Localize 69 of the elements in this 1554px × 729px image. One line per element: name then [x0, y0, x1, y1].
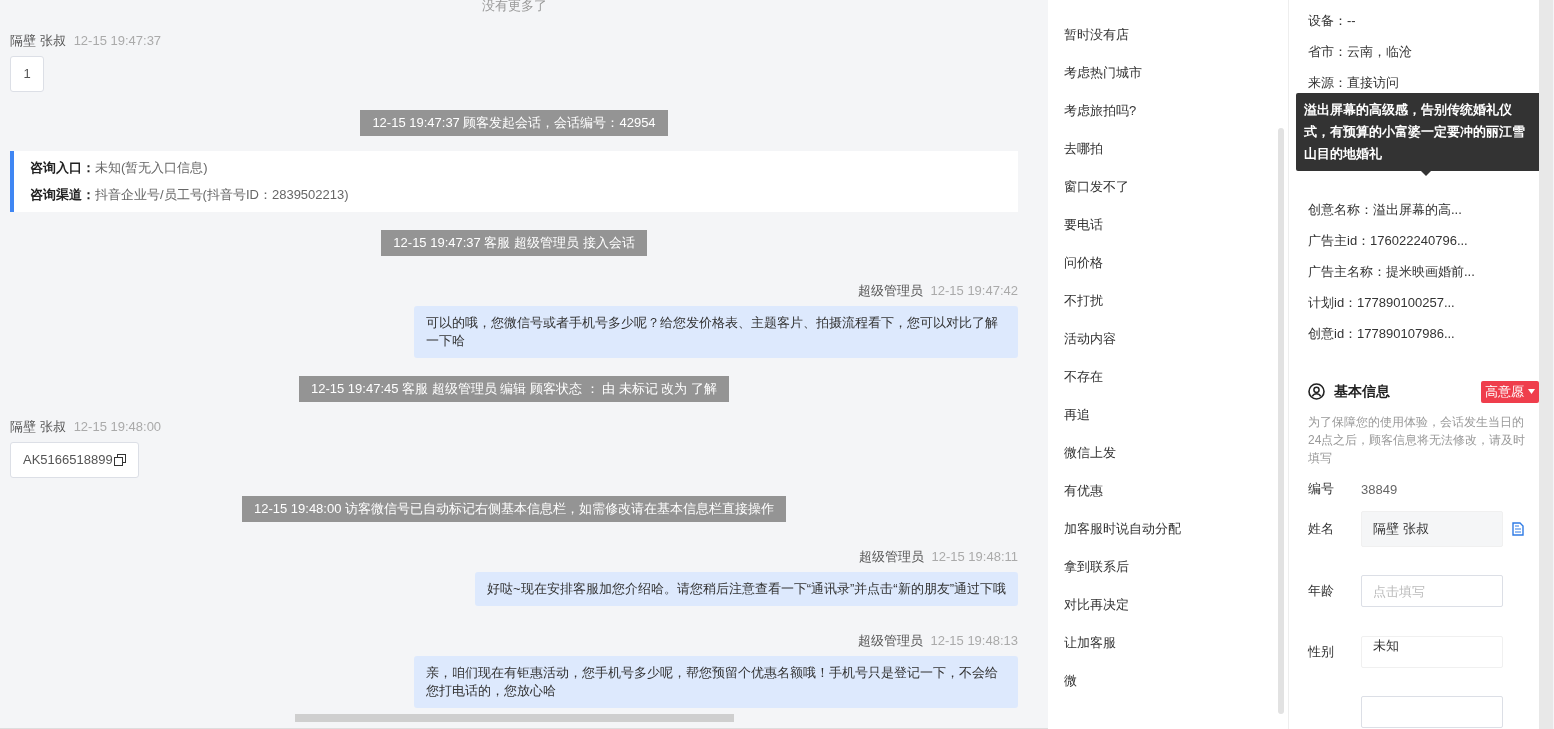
message-bubble: 可以的哦，您微信号或者手机号多少呢？给您发价格表、主题客片、拍摄流程看下，您可以对比了解一下哈 [414, 306, 1018, 358]
vertical-scrollbar[interactable] [1539, 0, 1553, 729]
quick-reply-item[interactable]: 对比再决定 [1064, 595, 1129, 633]
quick-reply-item[interactable]: 考虑旅拍吗? [1064, 101, 1137, 139]
info-label: 咨询渠道： [30, 187, 95, 202]
quick-reply-item[interactable]: 微 [1064, 671, 1077, 709]
message-time: 12-15 19:47:37 [73, 32, 162, 50]
message-time: 12-15 19:47:42 [930, 282, 1018, 300]
sender-name: 隔壁 张叔 [10, 32, 66, 50]
sender-name: 超级管理员 [858, 548, 924, 566]
message-time: 12-15 19:48:11 [931, 548, 1018, 566]
message-text: AK5166518899 [23, 451, 113, 469]
quick-reply-item[interactable]: 再追 [1064, 405, 1090, 443]
caret-icon [1528, 389, 1535, 395]
user-icon [1308, 383, 1325, 401]
tooltip-arrow-icon [1421, 171, 1431, 177]
select-field[interactable]: 未知 [1361, 635, 1503, 668]
sender-name: 隔壁 张叔 [10, 418, 66, 436]
message-bubble: 好哒~现在安排客服加您介绍哈。请您稍后注意查看一下“通讯录”并点击“新的朋友”通过下哦 [475, 572, 1018, 606]
field-label: 编号 [1308, 480, 1335, 499]
info-label: 咨询入口： [30, 160, 95, 175]
system-notice: 12-15 19:47:37 客服 超级管理员 接入会话 [381, 230, 647, 256]
horizontal-scrollbar[interactable] [295, 714, 734, 722]
system-notice: 12-15 19:47:37 顾客发起会话，会话编号：42954 [360, 110, 668, 136]
field-label: 性别 [1308, 642, 1335, 661]
copy-icon[interactable] [113, 454, 126, 466]
visitor-info-row-text: 广告主名称：提米映画婚前... [1308, 263, 1476, 281]
message-text: 1 [23, 65, 31, 83]
quick-reply-item[interactable]: 不打扰 [1064, 291, 1103, 329]
quick-reply-item[interactable]: 活动内容 [1064, 329, 1116, 367]
intent-tag-dropdown[interactable]: 高意愿 [1481, 380, 1539, 403]
visitor-info-row-text: 创意id：177890107986... [1308, 324, 1456, 343]
quick-reply-item[interactable]: 加客服时说自动分配 [1064, 519, 1181, 557]
name-field[interactable]: 隔壁 张叔 [1361, 511, 1503, 548]
system-notice: 12-15 19:48:00 访客微信号已自动标记右侧基本信息栏，如需修改请在基本信息栏直接操作 [241, 496, 787, 522]
quick-reply-item[interactable]: 让加客服 [1064, 633, 1116, 671]
field-value: 38849 [1361, 481, 1398, 497]
quick-reply-item[interactable]: 拿到联系后 [1064, 557, 1129, 595]
field-label: 年龄 [1308, 582, 1335, 601]
quick-reply-item[interactable]: 微信上发 [1064, 443, 1116, 481]
sender-name: 超级管理员 [857, 632, 923, 650]
visitor-info-row-text: 计划id：177890100257... [1308, 293, 1456, 312]
message-time: 12-15 19:48:00 [73, 418, 162, 436]
input-field[interactable] [1361, 696, 1503, 729]
quick-reply-item[interactable]: 问价格 [1064, 253, 1103, 291]
system-notice: 12-15 19:47:45 客服 超级管理员 编辑 顾客状态 ： 由 未标记 改为 了解 [299, 376, 729, 402]
visitor-info-row-text: 来源：直接访问 [1308, 73, 1400, 92]
message-time: 12-15 19:48:13 [930, 632, 1018, 650]
field-label: 姓名 [1308, 520, 1335, 539]
visitor-info-row-text: 广告主id：176022240796... [1308, 232, 1469, 251]
quick-reply-item[interactable]: 有优惠 [1064, 481, 1103, 519]
message-bubble: 亲，咱们现在有钜惠活动，您手机号多少呢，帮您预留个优惠名额哦！手机号只是登记一下，不会给您打电话的，您放心哈 [414, 656, 1018, 708]
quick-reply-item[interactable]: 考虑热门城市 [1064, 63, 1142, 101]
visitor-info-row-text: 设备：-- [1308, 12, 1357, 30]
quick-reply-item[interactable]: 要电话 [1064, 215, 1103, 253]
no-more-note: 没有更多了 [480, 0, 548, 15]
input-field[interactable]: 点击填写 [1361, 575, 1503, 608]
vertical-scrollbar[interactable] [1278, 128, 1284, 714]
info-value: 未知(暂无入口信息) [95, 160, 208, 175]
visitor-info-row-text: 创意名称：溢出屏幕的高... [1308, 201, 1463, 220]
visitor-info-row-text: 省市：云南，临沧 [1308, 42, 1413, 61]
section-title: 基本信息 [1334, 382, 1391, 401]
quick-reply-item[interactable]: 暂时没有店 [1064, 25, 1129, 63]
sender-name: 超级管理员 [857, 282, 923, 300]
quick-reply-item[interactable]: 不存在 [1064, 367, 1103, 405]
quick-reply-item[interactable]: 窗口发不了 [1064, 177, 1129, 215]
info-value: 抖音企业号/员工号(抖音号ID：2839502213) [95, 187, 349, 202]
quick-reply-item[interactable]: 去哪拍 [1064, 139, 1103, 177]
notice-text: 为了保障您的使用体验，会话发生当日的24点之后，顾客信息将无法修改，请及时填写 [1308, 413, 1527, 467]
